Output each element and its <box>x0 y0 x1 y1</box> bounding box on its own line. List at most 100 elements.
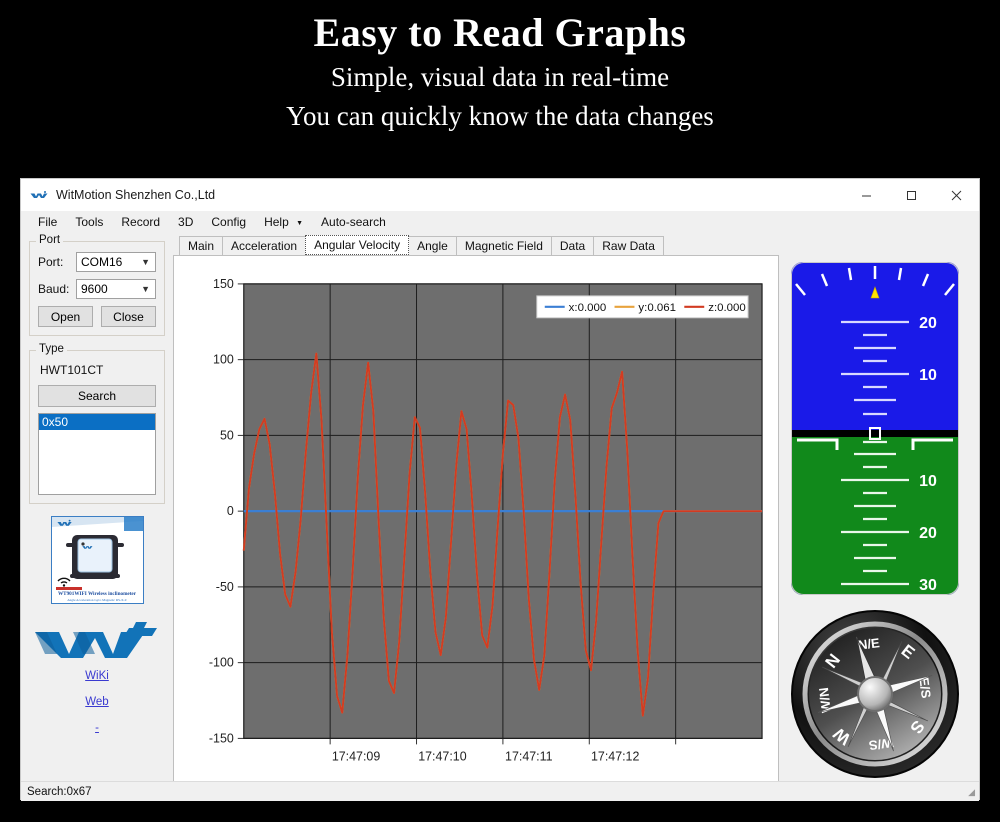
x-axis-tick-label: 17:47:10 <box>418 749 466 763</box>
port-select[interactable]: COM16 ▼ <box>76 252 156 272</box>
adi-ground-mark-10: 10 <box>919 473 937 490</box>
list-item[interactable]: 0x50 <box>39 414 155 430</box>
link-wiki[interactable]: WiKi <box>23 670 171 682</box>
baud-select[interactable]: 9600 ▼ <box>76 279 156 299</box>
attitude-indicator: 20 10 10 20 30 <box>791 262 959 595</box>
tab-panel-angular-velocity: 150 100 50 0 -50 -100 -150 17:47:09 17:47:10 17:4… <box>173 255 779 799</box>
menu-3d[interactable]: 3D <box>169 213 202 231</box>
svg-text:WT901WIFI Wireless inclinomet: WT901WIFI Wireless inclinometer <box>57 591 136 597</box>
menu-config-label: Config <box>211 215 247 229</box>
x-axis-tick-label: 17:47:09 <box>332 749 380 763</box>
window-title: WitMotion Shenzhen Co.,Ltd <box>56 188 216 202</box>
promo-subtitle-line1: Simple, visual data in real-time <box>330 62 670 92</box>
port-select-value: COM16 <box>81 255 123 269</box>
tab-raw-data[interactable]: Raw Data <box>593 236 664 255</box>
menu-config[interactable]: Config <box>202 213 255 231</box>
menu-help[interactable]: Help ▼ <box>255 213 312 231</box>
menu-record-label: Record <box>121 215 161 229</box>
application-window: WitMotion Shenzhen Co.,Ltd File Tools Re… <box>20 178 980 801</box>
legend-label-x: x:0.000 <box>569 302 607 314</box>
type-group: Type HWT101CT Search 0x50 <box>29 343 165 504</box>
chevron-down-icon: ▼ <box>296 220 304 227</box>
compass-gauge: E S W N E/S W/S W/N N/E <box>791 610 959 778</box>
maximize-button[interactable] <box>889 179 934 211</box>
window-controls <box>844 179 979 211</box>
minimize-button[interactable] <box>844 179 889 211</box>
gauge-panel: 20 10 10 20 30 E S W N E/S W/S W/N N/E <box>781 235 977 799</box>
window-titlebar: WitMotion Shenzhen Co.,Ltd <box>21 179 979 211</box>
tab-main[interactable]: Main <box>179 236 224 255</box>
angular-velocity-chart[interactable]: 150 100 50 0 -50 -100 -150 17:47:09 17:47:10 17:4… <box>174 256 778 796</box>
x-axis-tick-label: 17:47:12 <box>591 749 639 763</box>
y-axis-tick-label: 100 <box>213 353 234 367</box>
y-axis-tick-label: 50 <box>220 428 234 442</box>
y-axis-tick-label: -150 <box>209 731 234 745</box>
port-label: Port: <box>38 255 64 269</box>
svg-text:Angle Acceleration Gyro Magnet: Angle Acceleration Gyro Magnetic RS-X-Z <box>67 598 127 602</box>
promo-title: Easy to Read Graphs <box>313 10 687 55</box>
menu-3d-label: 3D <box>178 215 194 229</box>
menu-tools[interactable]: Tools <box>66 213 112 231</box>
window-body: Port Port: COM16 ▼ Baud: 9600 ▼ Open Clo… <box>21 233 979 801</box>
chevron-down-icon: ▼ <box>141 257 150 267</box>
menubar: File Tools Record 3D Config Help ▼ Auto-… <box>21 211 979 233</box>
adi-sky-mark-20: 20 <box>919 315 937 332</box>
screenshot-root: Easy to Read Graphs Simple, visual data … <box>0 0 1000 822</box>
statusbar: Search:0x67 ◢ <box>21 781 979 801</box>
search-button[interactable]: Search <box>38 385 156 407</box>
tab-angular-velocity[interactable]: Angular Velocity <box>305 235 410 255</box>
port-buttons: Open Close <box>38 306 156 327</box>
y-axis-tick-label: 150 <box>213 277 234 291</box>
maximize-icon <box>907 190 916 200</box>
tabstrip: Main Acceleration Angular Velocity Angle… <box>173 235 779 255</box>
wit-logo <box>33 620 161 660</box>
y-axis-tick-label: -100 <box>209 656 234 670</box>
tab-magnetic-field[interactable]: Magnetic Field <box>455 236 552 255</box>
promo-banner: Easy to Read Graphs Simple, visual data … <box>0 0 1000 172</box>
product-image: WT901WIFI Wireless inclinometer Angle Ac… <box>50 516 144 604</box>
baud-row: Baud: 9600 ▼ <box>38 279 156 299</box>
menu-file[interactable]: File <box>29 213 66 231</box>
link-extra[interactable]: - <box>23 722 171 734</box>
status-text: Search:0x67 <box>27 785 92 798</box>
close-button[interactable] <box>934 179 979 211</box>
tab-angle[interactable]: Angle <box>408 236 457 255</box>
port-group: Port Port: COM16 ▼ Baud: 9600 ▼ Open Clo… <box>29 234 165 336</box>
x-axis-tick-label: 17:47:11 <box>505 749 553 763</box>
adi-ground-mark-20: 20 <box>919 525 937 542</box>
chevron-down-icon: ▼ <box>141 284 150 294</box>
chart-legend: x:0.000 y:0.061 z:0.000 <box>536 295 749 319</box>
tab-data[interactable]: Data <box>550 236 595 255</box>
close-icon <box>951 190 962 200</box>
type-group-legend: Type <box>36 343 67 355</box>
open-button[interactable]: Open <box>38 306 93 327</box>
legend-label-z: z:0.000 <box>708 302 746 314</box>
minimize-icon <box>862 195 871 196</box>
close-port-button[interactable]: Close <box>101 306 156 327</box>
menu-record[interactable]: Record <box>112 213 169 231</box>
y-axis-tick-label: 0 <box>227 504 234 518</box>
adi-sky-mark-10: 10 <box>919 367 937 384</box>
tab-acceleration[interactable]: Acceleration <box>222 236 307 255</box>
y-axis-tick-label: -50 <box>216 580 234 594</box>
menu-tools-label: Tools <box>75 215 104 229</box>
device-listbox[interactable]: 0x50 <box>38 413 156 495</box>
adi-ground-mark-30: 30 <box>919 577 937 594</box>
sidebar-links: WiKi Web - <box>23 670 171 734</box>
baud-select-value: 9600 <box>81 282 108 296</box>
link-web[interactable]: Web <box>23 696 171 708</box>
resize-grip-icon[interactable]: ◢ <box>968 787 975 798</box>
port-row: Port: COM16 ▼ <box>38 252 156 272</box>
baud-label: Baud: <box>38 282 70 296</box>
tab-area: Main Acceleration Angular Velocity Angle… <box>173 235 779 799</box>
app-logo-icon <box>30 188 48 202</box>
menu-help-label: Help <box>264 215 289 229</box>
legend-label-y: y:0.061 <box>638 302 676 314</box>
promo-subtitle-line2: You can quickly know the data changes <box>286 101 714 132</box>
menu-file-label: File <box>38 215 58 229</box>
device-model-label: HWT101CT <box>40 363 104 377</box>
menu-auto-search-label: Auto-search <box>321 215 386 229</box>
left-sidebar: Port Port: COM16 ▼ Baud: 9600 ▼ Open Clo… <box>23 234 171 799</box>
port-group-legend: Port <box>36 234 64 246</box>
menu-auto-search[interactable]: Auto-search <box>312 213 395 231</box>
